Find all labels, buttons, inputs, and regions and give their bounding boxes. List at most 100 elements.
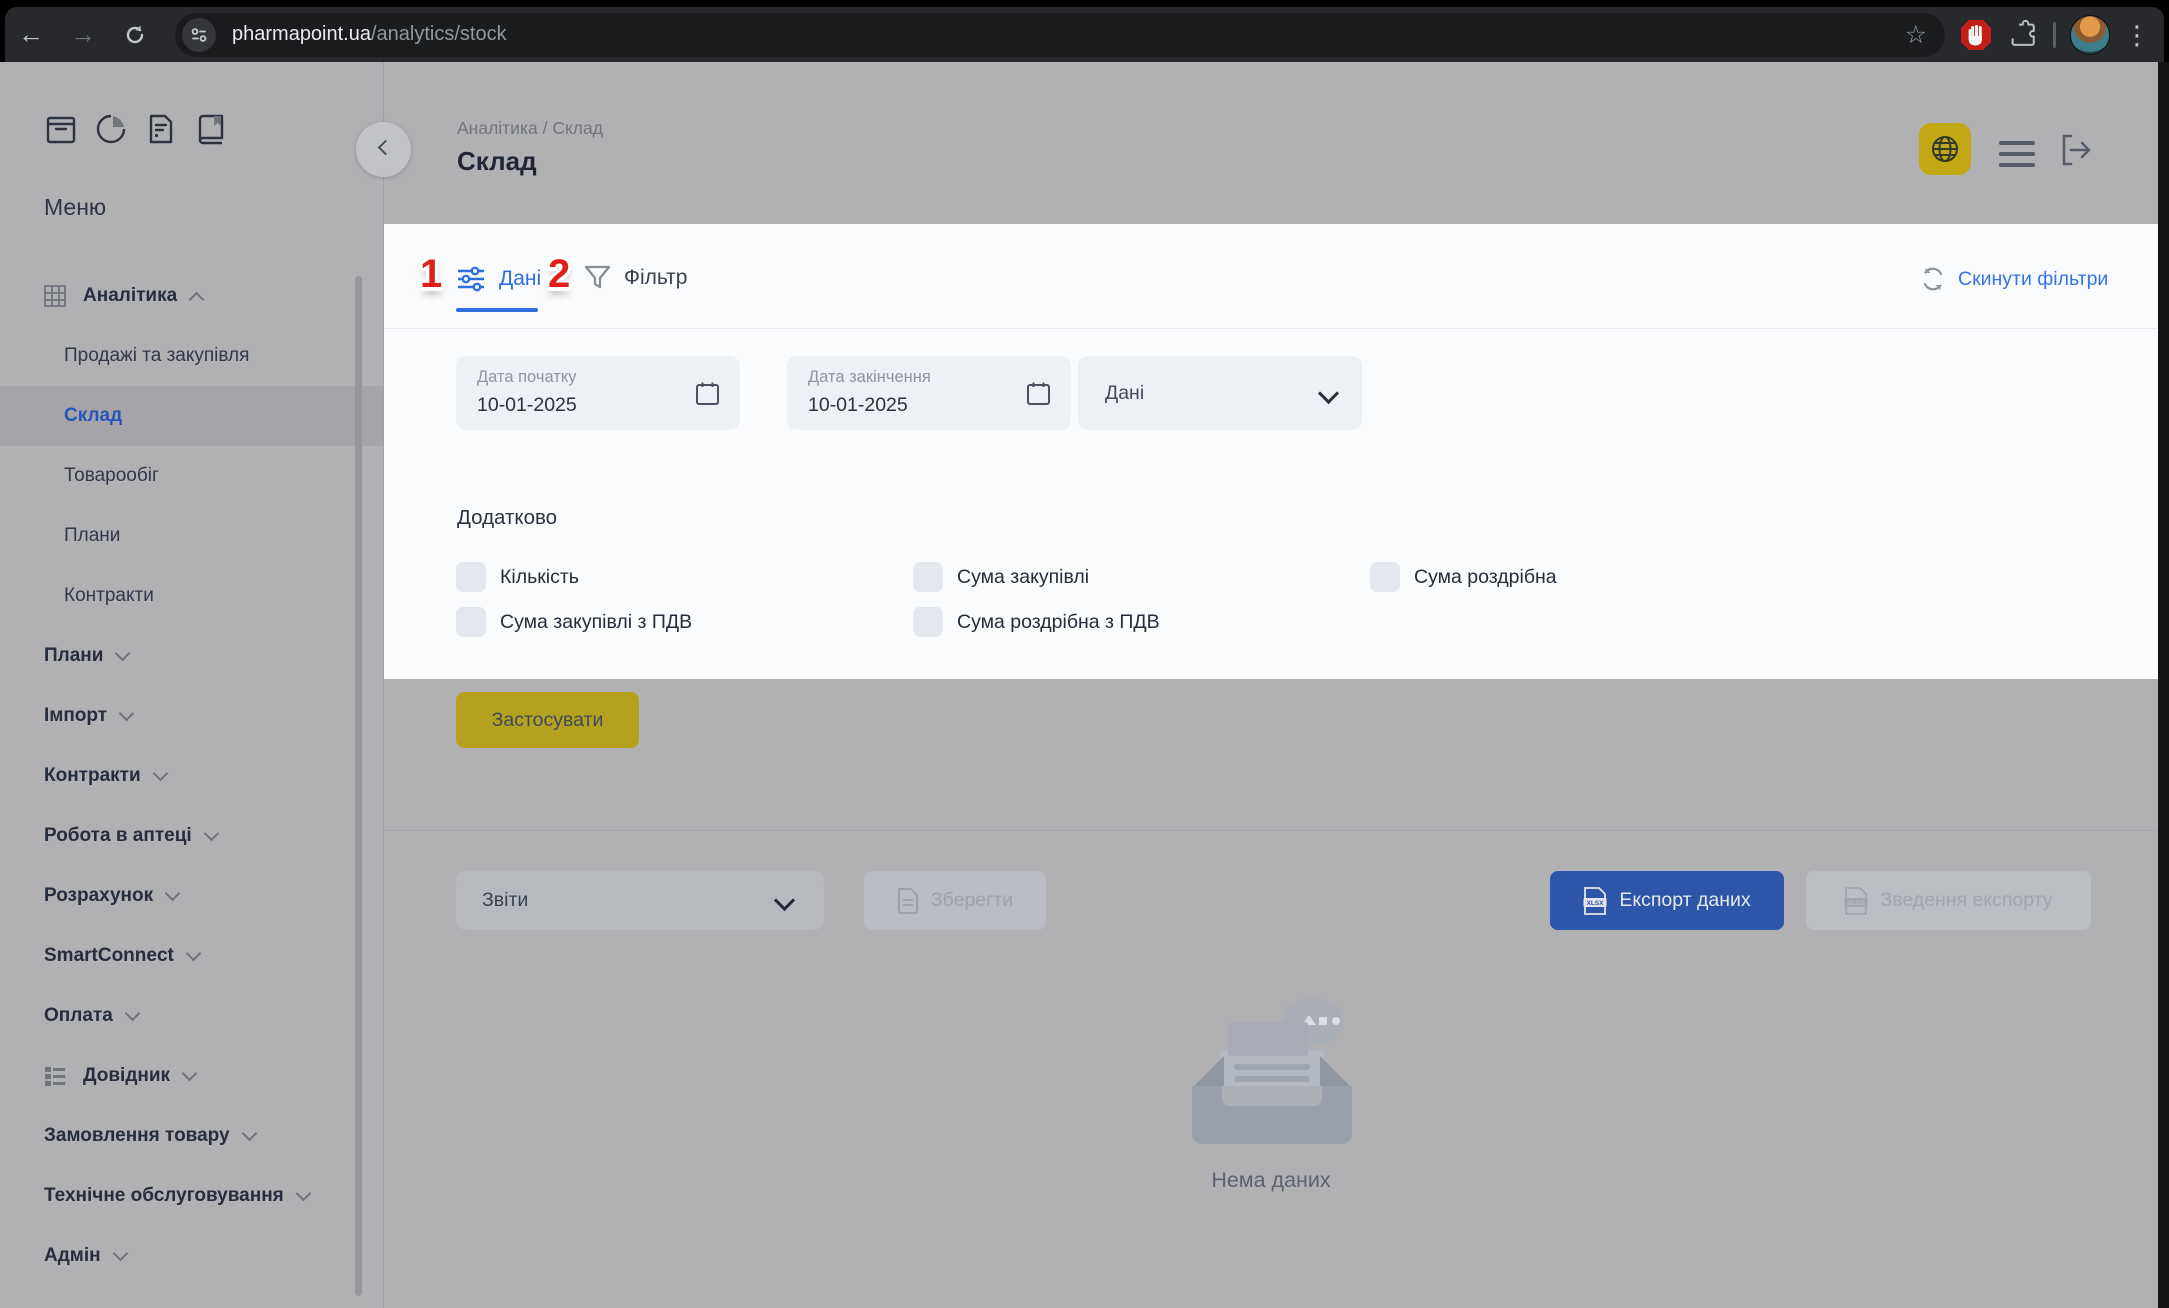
empty-state-text: Нема даних — [1146, 1168, 1396, 1193]
back-icon[interactable]: ← — [5, 19, 57, 50]
checkbox[interactable] — [913, 562, 943, 592]
document-icon[interactable] — [144, 112, 178, 146]
sidebar-item-plans[interactable]: Плани — [0, 626, 383, 686]
data-select-value: Дані — [1105, 382, 1144, 405]
package-icon[interactable] — [44, 112, 78, 146]
apply-button[interactable]: Застосувати — [456, 692, 639, 748]
page-scrollbar[interactable] — [2158, 62, 2169, 1308]
pie-chart-icon[interactable] — [94, 112, 128, 146]
chevron-down-icon — [119, 706, 135, 722]
sidebar-item-turnover[interactable]: Товарообіг — [0, 446, 383, 506]
file-icon — [897, 888, 919, 914]
url-text[interactable]: pharmapoint.ua/analytics/stock — [232, 23, 1905, 46]
date-end-field[interactable]: Дата закінчення 10-01-2025 — [787, 356, 1071, 430]
globe-icon — [1930, 134, 1960, 164]
language-globe-button[interactable] — [1919, 123, 1971, 175]
sidebar-item-label: Продажі та закупівля — [64, 345, 249, 367]
sidebar-item-directory[interactable]: Довідник — [0, 1046, 383, 1106]
url-bar[interactable]: pharmapoint.ua/analytics/stock ☆ — [175, 13, 1945, 57]
tabs-divider — [384, 328, 2158, 329]
save-button[interactable]: Зберегти — [864, 871, 1046, 930]
sidebar-scrollbar[interactable] — [355, 276, 362, 1296]
checkbox[interactable] — [456, 562, 486, 592]
checkbox-label: Сума закупівлі з ПДВ — [500, 611, 692, 634]
sidebar-item-label: Замовлення товару — [44, 1125, 230, 1147]
tab-filter[interactable]: Фільтр — [584, 264, 687, 291]
checkbox[interactable] — [456, 607, 486, 637]
sidebar-item-pharmacy-work[interactable]: Робота в аптеці — [0, 806, 383, 866]
checkbox-retail-sum[interactable]: Сума роздрібна — [1370, 562, 1827, 592]
chevron-down-icon — [241, 1126, 257, 1142]
browser-extensions-area: ⋮ — [1955, 15, 2164, 55]
sidebar-item-label: Оплата — [44, 1005, 113, 1027]
chevron-up-icon — [189, 291, 205, 307]
extensions-puzzle-icon[interactable] — [2007, 19, 2039, 51]
sidebar-item-goods-order[interactable]: Замовлення товару — [0, 1106, 383, 1166]
sidebar-item-admin[interactable]: Адмін — [0, 1226, 383, 1286]
checkbox-quantity[interactable]: Кількість — [456, 562, 913, 592]
calendar-icon[interactable] — [694, 380, 721, 407]
chevron-down-icon — [152, 766, 168, 782]
sidebar-item-analytics[interactable]: Аналітика — [0, 266, 383, 326]
sidebar-item-stock[interactable]: Склад — [0, 386, 383, 446]
chevron-down-icon — [182, 1066, 198, 1082]
checkbox-label: Сума роздрібна з ПДВ — [957, 611, 1160, 634]
sidebar-item-maintenance[interactable]: Технічне обслуговування — [0, 1166, 383, 1226]
checkbox[interactable] — [1370, 562, 1400, 592]
checkbox-retail-sum-vat[interactable]: Сума роздрібна з ПДВ — [913, 607, 1370, 637]
export-data-button[interactable]: XLSX Експорт даних — [1550, 871, 1784, 930]
sidebar-item-sales-purchase[interactable]: Продажі та закупівля — [0, 326, 383, 386]
menu-hamburger-icon[interactable] — [1999, 141, 2035, 174]
sidebar-item-label: Товарообіг — [64, 465, 159, 487]
book-icon[interactable] — [194, 112, 228, 146]
sidebar-item-import[interactable]: Імпорт — [0, 686, 383, 746]
sidebar-item-smartconnect[interactable]: SmartConnect — [0, 926, 383, 986]
data-select[interactable]: Дані — [1078, 356, 1362, 430]
section-divider — [384, 830, 2158, 831]
sidebar-item-payment[interactable]: Оплата — [0, 986, 383, 1046]
sidebar-item-label: Контракти — [64, 585, 154, 607]
checkbox-grid: Кількість Сума закупівлі Сума роздрібна … — [456, 562, 1827, 637]
chevron-down-icon — [296, 1186, 312, 1202]
tab-data[interactable]: Дані — [456, 264, 541, 294]
svg-text:XLSX: XLSX — [1587, 900, 1605, 907]
sidebar-item-label: Розрахунок — [44, 885, 153, 907]
bookmark-star-icon[interactable]: ☆ — [1905, 20, 1927, 50]
export-summary-button[interactable]: XLSX Зведення експорту — [1806, 871, 2091, 930]
calendar-icon[interactable] — [1025, 380, 1052, 407]
reports-select[interactable]: Звіти — [456, 871, 824, 930]
reports-select-value: Звіти — [482, 889, 528, 912]
profile-avatar[interactable] — [2070, 15, 2110, 55]
date-end-value: 10-01-2025 — [808, 394, 908, 417]
breadcrumb: Аналітика / Склад — [457, 118, 603, 139]
sidebar-item-contracts[interactable]: Контракти — [0, 746, 383, 806]
sidebar-item-label: Плани — [64, 525, 120, 547]
empty-state: Нема даних — [1146, 992, 1396, 1193]
annotation-badge-2: 2 — [548, 254, 570, 294]
reload-icon[interactable] — [109, 23, 161, 47]
checkbox-purchase-sum-vat[interactable]: Сума закупівлі з ПДВ — [456, 607, 913, 637]
chevron-down-icon — [203, 826, 219, 842]
sidebar-menu-title: Меню — [44, 194, 106, 221]
sidebar-item-contracts-sub[interactable]: Контракти — [0, 566, 383, 626]
chevron-down-icon — [115, 646, 131, 662]
sliders-icon — [456, 264, 486, 294]
sidebar: Меню Аналітика Продажі та закупівля Скла… — [0, 62, 384, 1308]
forward-icon[interactable]: → — [57, 19, 109, 50]
sidebar-item-calculation[interactable]: Розрахунок — [0, 866, 383, 926]
sidebar-collapse-button[interactable] — [356, 122, 411, 177]
checkbox-label: Кількість — [500, 566, 579, 589]
browser-menu-icon[interactable]: ⋮ — [2124, 22, 2150, 48]
checkbox-purchase-sum[interactable]: Сума закупівлі — [913, 562, 1370, 592]
reset-filters-button[interactable]: Скинути фільтри — [1920, 266, 2108, 292]
funnel-icon — [584, 264, 611, 291]
adblock-extension-icon[interactable] — [1959, 18, 1993, 52]
tab-filter-label: Фільтр — [624, 266, 687, 290]
checkbox-label: Сума закупівлі — [957, 566, 1089, 589]
sidebar-item-plans-sub[interactable]: Плани — [0, 506, 383, 566]
sidebar-item-label: Плани — [44, 645, 103, 667]
checkbox[interactable] — [913, 607, 943, 637]
site-settings-icon[interactable] — [182, 18, 216, 52]
date-start-field[interactable]: Дата початку 10-01-2025 — [456, 356, 740, 430]
logout-icon[interactable] — [2057, 131, 2095, 174]
